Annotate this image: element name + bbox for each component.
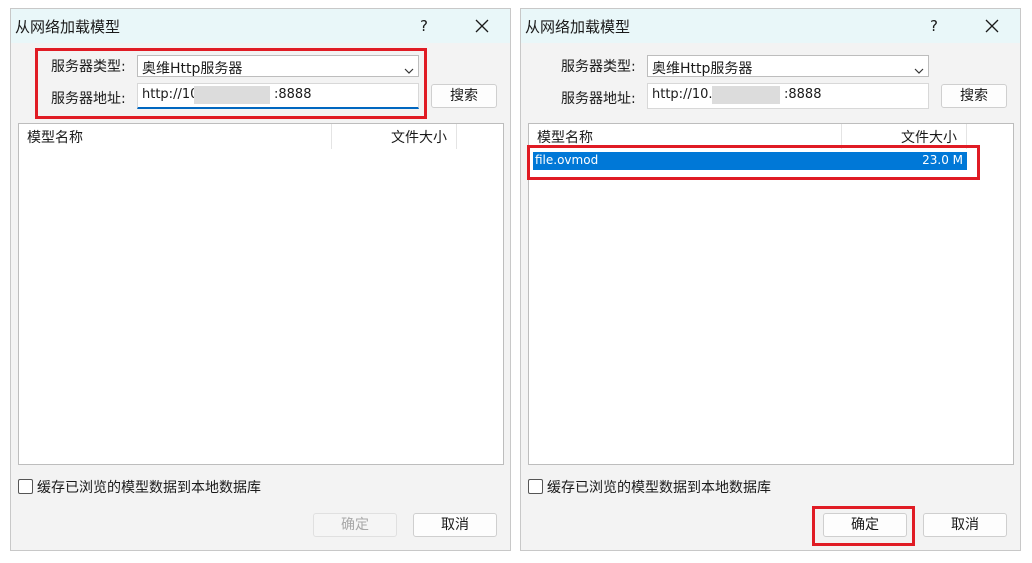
column-divider [456, 124, 457, 149]
search-button[interactable]: 搜索 [431, 84, 497, 108]
ok-button[interactable]: 确定 [823, 513, 907, 537]
server-type-select[interactable]: 奥维Http服务器 [137, 55, 419, 77]
column-divider [966, 124, 967, 149]
dialog-title: 从网络加载模型 [525, 18, 631, 36]
help-icon[interactable]: ? [411, 15, 437, 37]
cancel-button[interactable]: 取消 [923, 513, 1007, 537]
server-type-value: 奥维Http服务器 [142, 61, 243, 77]
cache-checkbox[interactable] [18, 479, 33, 494]
cache-checkbox[interactable] [528, 479, 543, 494]
redacted-address-mask [194, 86, 270, 104]
column-header-file-size[interactable]: 文件大小 [391, 127, 447, 147]
server-address-label: 服务器地址: [561, 91, 636, 107]
server-address-input[interactable]: http://10. :8888 [137, 83, 419, 109]
server-address-input[interactable]: http://10.: :8888 [647, 83, 929, 109]
server-type-label: 服务器类型: [561, 59, 636, 75]
server-address-prefix: http://10.: [652, 87, 717, 102]
dialog-titlebar: 从网络加载模型 ? [11, 9, 510, 43]
column-header-model-name[interactable]: 模型名称 [27, 127, 83, 147]
chevron-down-icon [914, 62, 924, 78]
cache-checkbox-label[interactable]: 缓存已浏览的模型数据到本地数据库 [37, 477, 261, 497]
column-divider [331, 124, 332, 149]
cancel-button[interactable]: 取消 [413, 513, 497, 537]
column-header-model-name[interactable]: 模型名称 [537, 127, 593, 147]
model-file-size: 23.0 M [922, 153, 963, 167]
list-item-selected[interactable]: file.ovmod 23.0 M [533, 152, 967, 170]
column-divider [841, 124, 842, 149]
model-file-name: file.ovmod [535, 153, 599, 167]
close-icon[interactable] [979, 15, 1005, 37]
help-icon[interactable]: ? [921, 15, 947, 37]
server-type-select[interactable]: 奥维Http服务器 [647, 55, 929, 77]
chevron-down-icon [404, 62, 414, 78]
load-model-dialog-left: 从网络加载模型 ? 服务器类型: 奥维Http服务器 服务器地址: http:/… [10, 8, 511, 551]
cache-checkbox-label[interactable]: 缓存已浏览的模型数据到本地数据库 [547, 477, 771, 497]
model-list[interactable]: 模型名称 文件大小 file.ovmod 23.0 M [528, 123, 1014, 465]
model-list[interactable]: 模型名称 文件大小 [18, 123, 504, 465]
server-type-label: 服务器类型: [51, 59, 126, 75]
server-type-value: 奥维Http服务器 [652, 61, 753, 77]
server-address-port: :8888 [784, 87, 822, 102]
server-address-label: 服务器地址: [51, 91, 126, 107]
search-button[interactable]: 搜索 [941, 84, 1007, 108]
dialog-title: 从网络加载模型 [15, 18, 121, 36]
ok-button[interactable]: 确定 [313, 513, 397, 537]
redacted-address-mask [712, 86, 780, 104]
close-icon[interactable] [469, 15, 495, 37]
dialog-titlebar: 从网络加载模型 ? [521, 9, 1020, 43]
column-header-file-size[interactable]: 文件大小 [901, 127, 957, 147]
server-address-port: :8888 [274, 87, 312, 102]
load-model-dialog-right: 从网络加载模型 ? 服务器类型: 奥维Http服务器 服务器地址: http:/… [520, 8, 1021, 551]
